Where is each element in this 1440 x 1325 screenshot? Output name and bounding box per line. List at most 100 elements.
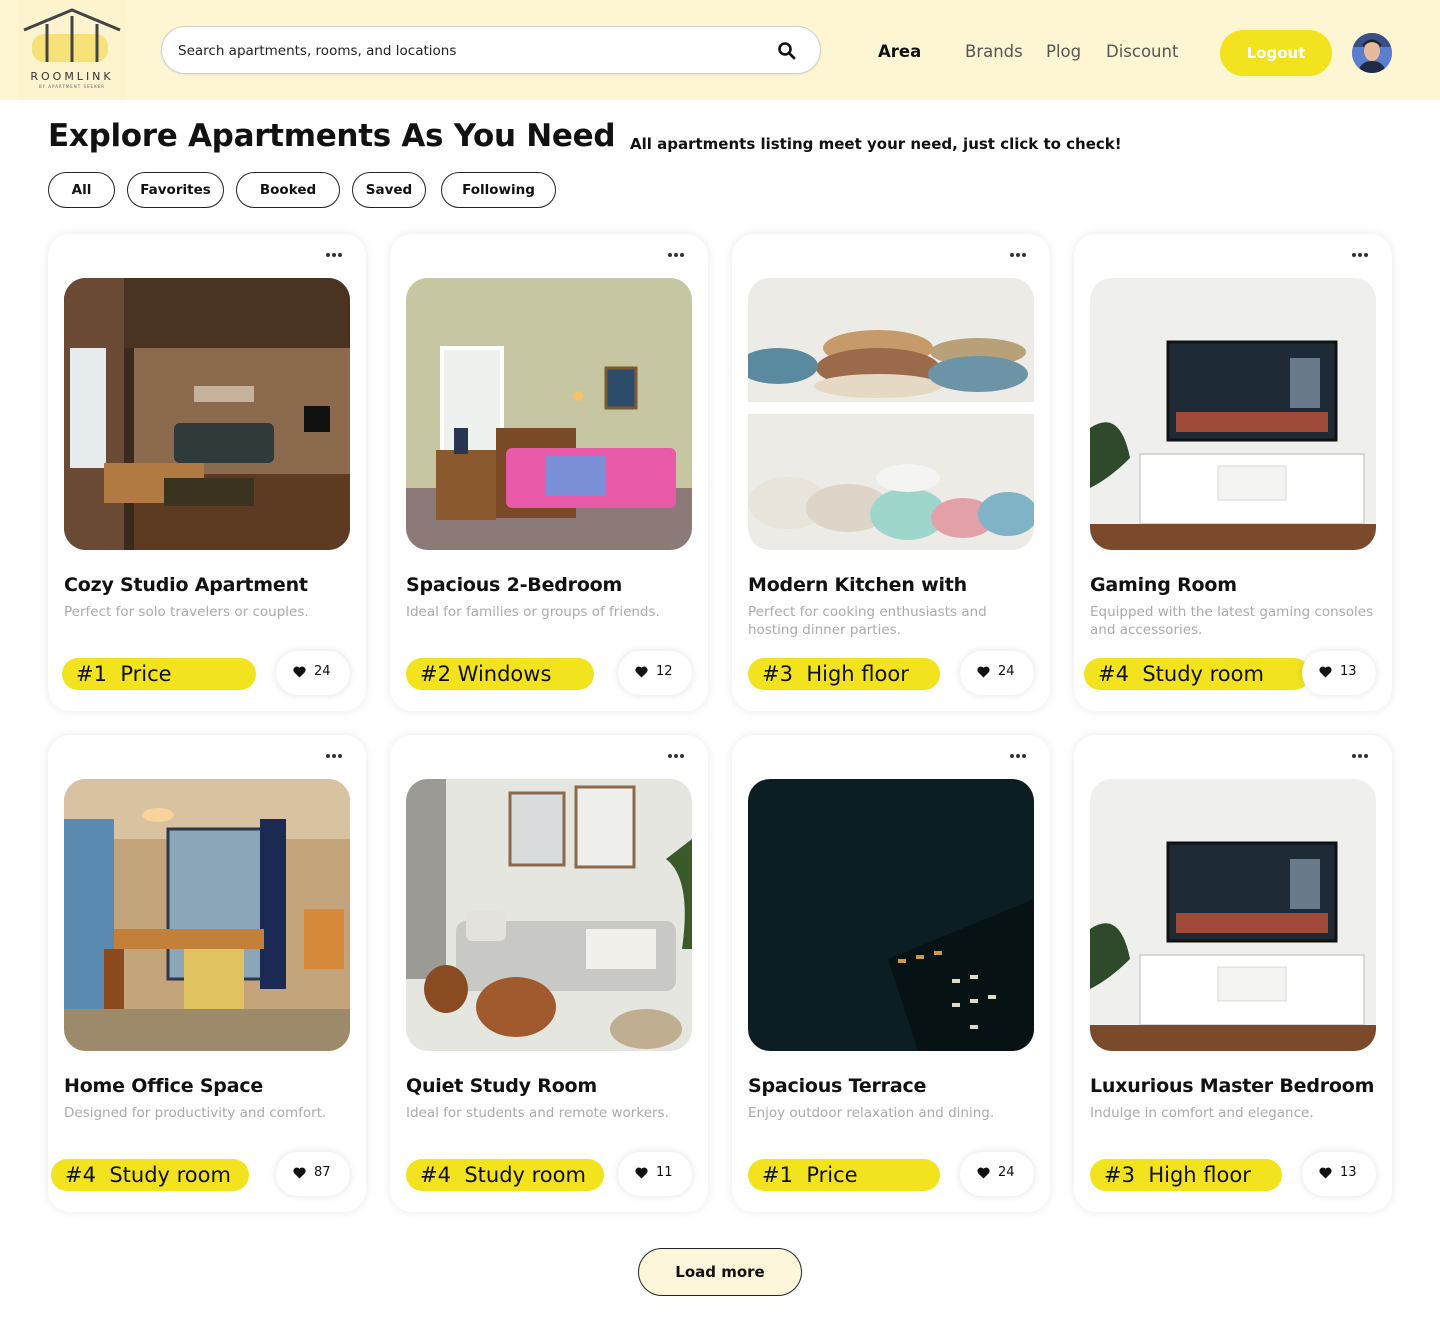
heart-icon (293, 1167, 306, 1179)
rank-number: #1 (762, 1163, 793, 1187)
tv-room-image (1090, 779, 1376, 1051)
listing-title[interactable]: Luxurious Master Bedroom (1090, 1075, 1374, 1097)
listing-card[interactable]: Luxurious Master Bedroom Indulge in comf… (1074, 735, 1392, 1212)
more-options-icon[interactable] (324, 749, 344, 763)
listing-photo[interactable] (406, 779, 692, 1051)
likes-count: 24 (998, 1165, 1015, 1180)
rank-number: #3 (1104, 1163, 1135, 1187)
rank-number: #4 (65, 1163, 96, 1187)
listing-card[interactable]: Quiet Study Room Ideal for students and … (390, 735, 708, 1212)
rank-tag: #1 Price (62, 658, 256, 690)
likes-count: 87 (314, 1165, 331, 1180)
listing-card[interactable]: Modern Kitchen with Perfect for cooking … (732, 234, 1050, 711)
search-icon[interactable] (777, 41, 797, 61)
rank-tag: #4 Study room (406, 1159, 604, 1191)
more-options-icon[interactable] (1350, 749, 1370, 763)
page-title: Explore Apartments As You Need (48, 118, 616, 154)
lounge-sofa-image (406, 779, 692, 1051)
listing-title[interactable]: Modern Kitchen with (748, 574, 967, 596)
bedroom-image (406, 278, 692, 550)
listing-title[interactable]: Spacious Terrace (748, 1075, 926, 1097)
listing-photo[interactable] (1090, 278, 1376, 550)
heart-icon (1319, 1167, 1332, 1179)
listing-title[interactable]: Cozy Studio Apartment (64, 574, 308, 596)
heart-icon (977, 1167, 990, 1179)
like-button[interactable]: 13 (1302, 1152, 1376, 1196)
like-button[interactable]: 24 (960, 1152, 1034, 1196)
rank-label: Study room (464, 1163, 586, 1187)
listing-description: Perfect for solo travelers or couples. (64, 604, 309, 620)
listing-card[interactable]: Spacious 2-Bedroom Ideal for families or… (390, 234, 708, 711)
more-options-icon[interactable] (666, 248, 686, 262)
search-bar (161, 26, 821, 74)
listing-title[interactable]: Spacious 2-Bedroom (406, 574, 622, 596)
more-options-icon[interactable] (324, 248, 344, 262)
listing-description: Enjoy outdoor relaxation and dining. (748, 1105, 995, 1121)
like-button[interactable]: 12 (618, 651, 692, 695)
listing-photo[interactable] (748, 278, 1034, 550)
listing-photo[interactable] (406, 278, 692, 550)
avatar[interactable] (1352, 33, 1392, 73)
home-office-image (64, 779, 350, 1051)
likes-count: 24 (998, 664, 1015, 679)
studio-living-room-image (64, 278, 350, 550)
like-button[interactable]: 24 (276, 651, 350, 695)
more-options-icon[interactable] (1008, 749, 1028, 763)
listing-card[interactable]: Home Office Space Designed for productiv… (48, 735, 366, 1212)
filter-chip-booked[interactable]: Booked (236, 172, 340, 208)
nav-plog[interactable]: Plog (1046, 42, 1081, 61)
kitchen-dishes-image (748, 278, 1034, 550)
listing-title[interactable]: Quiet Study Room (406, 1075, 597, 1097)
like-button[interactable]: 13 (1302, 651, 1376, 695)
listing-photo[interactable] (748, 779, 1034, 1051)
listing-title[interactable]: Home Office Space (64, 1075, 263, 1097)
rank-label: Windows (457, 662, 552, 686)
logout-button[interactable]: Logout (1220, 30, 1332, 76)
rank-label: High floor (806, 662, 909, 686)
more-options-icon[interactable] (666, 749, 686, 763)
nav-area[interactable]: Area (878, 42, 921, 61)
likes-count: 13 (1340, 1165, 1357, 1180)
rank-tag: #4 Study room (1084, 658, 1310, 690)
rank-tag: #1 Price (748, 1159, 940, 1191)
listing-title[interactable]: Gaming Room (1090, 574, 1237, 596)
heart-icon (1319, 666, 1332, 678)
filter-chip-following[interactable]: Following (441, 172, 556, 208)
load-more-button[interactable]: Load more (638, 1248, 802, 1296)
like-button[interactable]: 24 (960, 651, 1034, 695)
filter-chip-all[interactable]: All (48, 172, 115, 208)
rank-number: #4 (420, 1163, 451, 1187)
rank-label: Price (120, 662, 172, 686)
listing-photo[interactable] (64, 278, 350, 550)
nav-discount[interactable]: Discount (1106, 42, 1178, 61)
listing-card[interactable]: Spacious Terrace Enjoy outdoor relaxatio… (732, 735, 1050, 1212)
rank-tag: #3 High floor (1090, 1159, 1282, 1191)
listing-photo[interactable] (64, 779, 350, 1051)
brand-logo[interactable]: ROOMLINK BY APARTMENT SEEKER (18, 0, 126, 100)
likes-count: 11 (656, 1165, 673, 1180)
heart-icon (635, 666, 648, 678)
listing-description: Equipped with the latest gaming consoles… (1090, 604, 1374, 638)
more-options-icon[interactable] (1008, 248, 1028, 262)
rank-label: Study room (1142, 662, 1264, 686)
likes-count: 12 (656, 664, 673, 679)
rank-number: #4 (1098, 662, 1129, 686)
heart-icon (293, 666, 306, 678)
filter-chip-saved[interactable]: Saved (352, 172, 426, 208)
listing-card[interactable]: Cozy Studio Apartment Perfect for solo t… (48, 234, 366, 711)
likes-count: 24 (314, 664, 331, 679)
listing-photo[interactable] (1090, 779, 1376, 1051)
rank-label: Price (806, 1163, 858, 1187)
like-button[interactable]: 11 (618, 1152, 692, 1196)
brand-tagline: BY APARTMENT SEEKER (38, 84, 105, 89)
filter-chip-favorites[interactable]: Favorites (127, 172, 224, 208)
search-input[interactable] (178, 39, 758, 63)
listing-card[interactable]: Gaming Room Equipped with the latest gam… (1074, 234, 1392, 711)
listing-description: Ideal for students and remote workers. (406, 1105, 669, 1121)
more-options-icon[interactable] (1350, 248, 1370, 262)
rank-number: #1 (76, 662, 107, 686)
nav-brands[interactable]: Brands (965, 42, 1023, 61)
rank-label: Study room (109, 1163, 231, 1187)
top-header: ROOMLINK BY APARTMENT SEEKER Area Brands… (0, 0, 1440, 100)
like-button[interactable]: 87 (276, 1152, 350, 1196)
